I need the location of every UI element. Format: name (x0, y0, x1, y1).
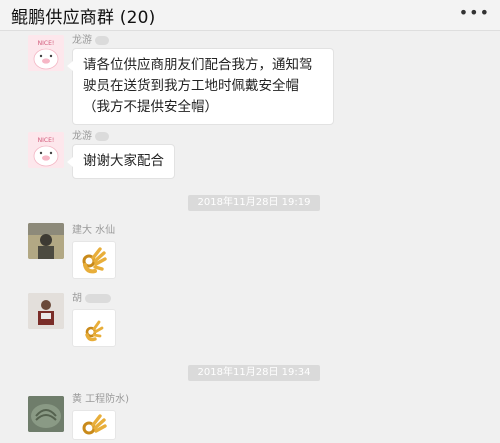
avatar[interactable] (28, 293, 64, 329)
sender-name-text: 黄 工程防水) (72, 394, 130, 405)
emoji-bubble[interactable] (72, 410, 116, 440)
ellipsis-icon[interactable]: ••• (459, 3, 490, 22)
message-text: 请各位供应商朋友们配合我方，通知驾驶员在送货到我方工地时佩戴安全帽（我方不提供安… (83, 57, 313, 115)
photo-avatar-icon (28, 396, 64, 432)
emoji-bubble[interactable] (72, 241, 116, 279)
chat-title: 鲲鹏供应商群 (20) (11, 8, 156, 28)
timestamp: 2018年11月28日 19:19 (188, 195, 320, 211)
sender-name-text: 胡 (72, 293, 82, 304)
sender-name: 龙游 (72, 127, 110, 142)
avatar[interactable] (28, 396, 64, 432)
sender-name: 龙游 (72, 31, 110, 46)
sender-name: 建大 水仙 (72, 225, 116, 236)
photo-avatar-icon (28, 293, 64, 329)
sender-name-text: 龙游 (72, 131, 92, 142)
sender-name: 黄 工程防水) (72, 390, 129, 405)
emoji-bubble[interactable] (72, 309, 116, 347)
avatar-label: NICE! (38, 137, 55, 144)
redacted-mark (85, 293, 112, 303)
message-bubble[interactable]: 请各位供应商朋友们配合我方，通知驾驶员在送货到我方工地时佩戴安全帽（我方不提供安… (67, 48, 334, 125)
timestamp: 2018年11月28日 19:34 (188, 365, 320, 381)
sender-name-text: 龙游 (72, 35, 92, 46)
photo-avatar-icon (28, 223, 64, 259)
redacted-mark (95, 131, 110, 141)
pig-avatar-icon: NICE! (28, 132, 64, 168)
avatar[interactable]: NICE! (28, 132, 64, 168)
pig-avatar-icon: NICE! (28, 35, 64, 71)
ok-hand-emoji (85, 320, 104, 342)
avatar-label: NICE! (38, 40, 55, 47)
avatar[interactable] (28, 223, 64, 259)
ok-hand-emoji (82, 414, 107, 435)
chat-area[interactable]: NICE! 龙游 请各位供应商朋友们配合我方，通知驾驶员在送货到我方工地时佩戴安… (0, 31, 500, 440)
chat-header: 鲲鹏供应商群 (20) ••• (0, 0, 500, 31)
redacted-mark (95, 35, 110, 45)
message-text: 谢谢大家配合 (83, 153, 164, 169)
avatar[interactable]: NICE! (28, 35, 64, 71)
message-bubble[interactable]: 谢谢大家配合 (67, 144, 175, 179)
ok-hand-emoji (82, 247, 107, 274)
sender-name: 胡 (72, 289, 112, 304)
